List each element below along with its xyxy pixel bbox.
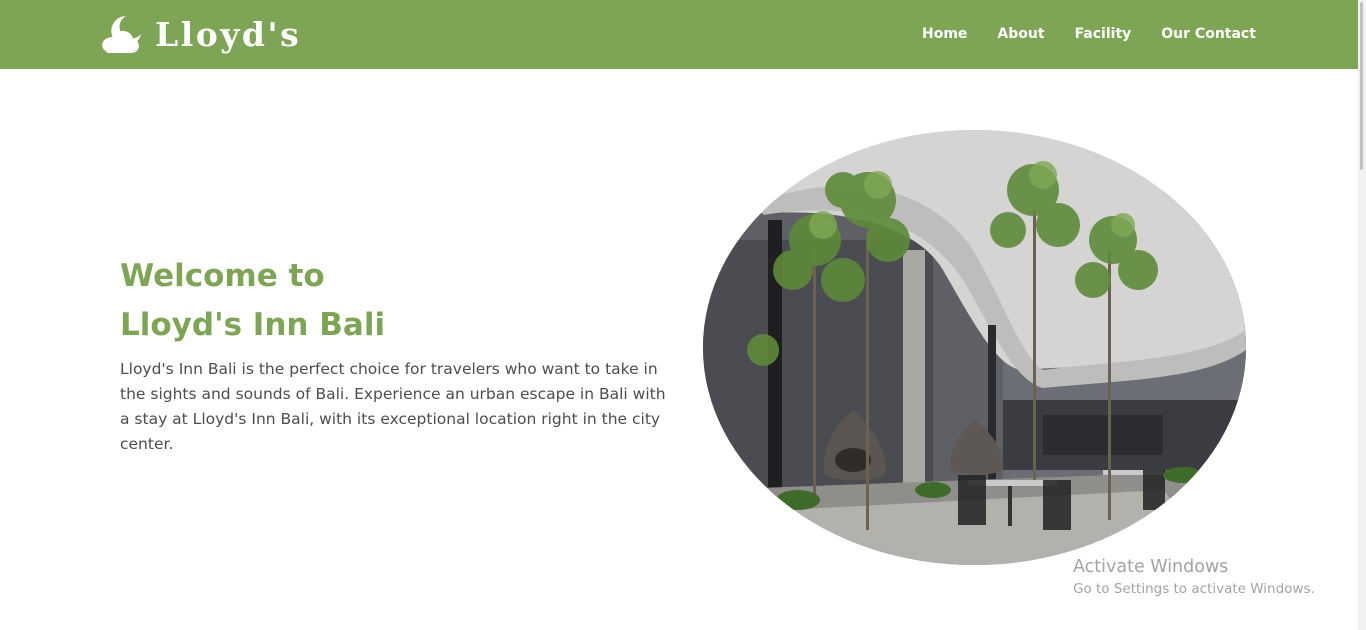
nav-facility[interactable]: Facility <box>1075 24 1132 44</box>
site-header: Lloyd's Home About Facility Our Contact <box>0 0 1358 69</box>
nav-home[interactable]: Home <box>922 24 967 44</box>
hero-title-line-2: Lloyd's Inn Bali <box>120 307 386 343</box>
page: Lloyd's Home About Facility Our Contact … <box>0 0 1366 630</box>
scrollbar-thumb[interactable] <box>1360 2 1363 170</box>
watermark-title: Activate Windows <box>1073 557 1229 577</box>
brand-name: Lloyd's <box>155 14 302 54</box>
nav-about[interactable]: About <box>997 24 1044 44</box>
main-nav: Home About Facility Our Contact <box>922 24 1256 44</box>
moon-cloud-icon <box>102 16 141 53</box>
nav-our-contact[interactable]: Our Contact <box>1161 24 1256 44</box>
brand-logo[interactable]: Lloyd's <box>99 10 301 58</box>
hotel-courtyard-image <box>703 130 1246 565</box>
activate-windows-watermark: Activate Windows Go to Settings to activ… <box>1073 556 1315 600</box>
courtyard-illustration <box>703 130 1246 565</box>
hero-title-line-1: Welcome to <box>120 258 325 294</box>
hero-description: Lloyd's Inn Bali is the perfect choice f… <box>120 360 666 453</box>
page-scrollbar[interactable] <box>1358 0 1366 630</box>
hero-title: Welcome to Lloyd's Inn Bali <box>120 252 385 350</box>
watermark-subtitle: Go to Settings to activate Windows. <box>1073 581 1315 597</box>
